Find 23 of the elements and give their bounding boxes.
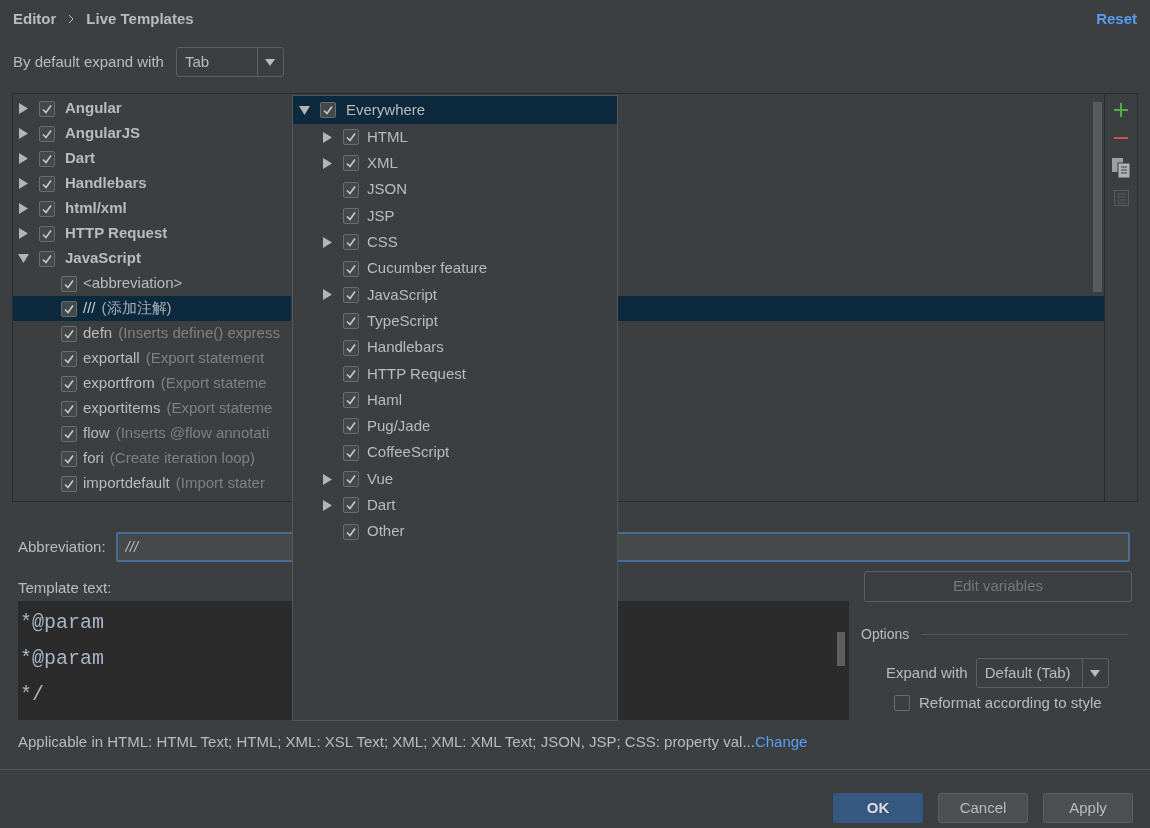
abbreviation-label: Abbreviation:: [18, 536, 106, 557]
template-description: (添加注解): [101, 298, 172, 319]
template-description: (Inserts define() express: [118, 323, 280, 344]
code-line: *@param: [20, 610, 104, 636]
breadcrumb-item: Live Templates: [86, 8, 194, 29]
code-line: */: [20, 682, 44, 708]
expand-with-label: Expand with: [886, 662, 968, 683]
expand-label: By default expand with: [13, 51, 164, 72]
combo-value: Default (Tab): [983, 662, 1072, 683]
field-value: ///: [125, 536, 139, 557]
context-label: Everywhere: [346, 99, 426, 120]
code-line: *@param: [20, 646, 104, 672]
template-description: (Export statement: [145, 348, 265, 369]
template-description: (Export stateme: [166, 398, 273, 419]
template-abbreviation: ///: [83, 298, 96, 319]
options-title: Options: [861, 625, 910, 644]
template-text-label: Template text:: [18, 578, 113, 598]
applicable-text: Applicable in HTML: HTML Text; HTML; XML: XSL Text; XML; XML: XML Text; JSON, JSP; CSS: property val...: [18, 731, 755, 752]
combo-value: Tab: [183, 51, 211, 72]
template-description: (Export stateme: [160, 373, 267, 394]
template-description: (Create iteration loop): [109, 448, 255, 469]
template-description: (Import stater: [175, 473, 265, 494]
template-description: (Inserts @flow annotati: [115, 423, 270, 444]
